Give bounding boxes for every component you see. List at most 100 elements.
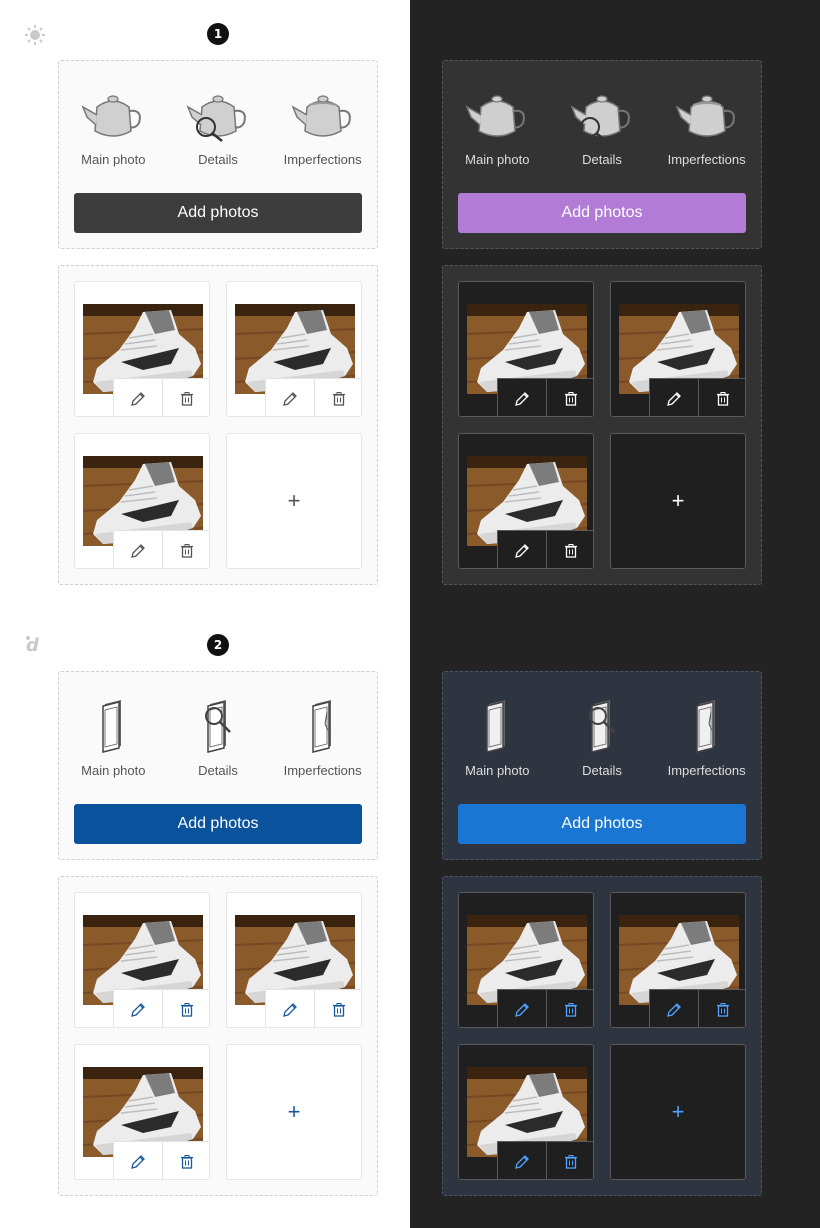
photo-category-label: Details [582, 152, 622, 167]
photo-category-label: Imperfections [283, 763, 362, 778]
edit-pencil-icon[interactable] [498, 1142, 547, 1179]
photo-tile [74, 281, 210, 417]
photo-upload-card: Main photo Details Imperfections Add pho… [442, 60, 762, 249]
step-badge: 1 [207, 23, 229, 45]
photo-category-label: Imperfections [667, 763, 746, 778]
imperfections-category-icon [671, 696, 743, 761]
details-category-icon [182, 85, 254, 150]
edit-pencil-icon[interactable] [498, 990, 547, 1027]
photo-upload-card: Main photo Details Imperfections Add pho… [58, 60, 378, 249]
photo-category-label: Main photo [81, 152, 146, 167]
photo-category: Details [170, 696, 266, 778]
photo-category: Details [554, 696, 650, 778]
photo-category: Main photo [449, 85, 545, 167]
photo-tile [74, 892, 210, 1028]
photo-grid: + [442, 876, 762, 1196]
imperfections-category-icon [671, 85, 743, 150]
delete-trash-icon[interactable] [315, 990, 361, 1027]
photo-category: Imperfections [275, 85, 371, 167]
main-photo-category-icon [461, 85, 533, 150]
delete-trash-icon[interactable] [315, 379, 361, 416]
photo-tile [458, 1044, 594, 1180]
brand-d-logo-icon: d [24, 633, 46, 656]
photo-category-label: Imperfections [283, 152, 362, 167]
delete-trash-icon[interactable] [163, 990, 209, 1027]
sun-icon [24, 24, 46, 46]
photo-tile [458, 892, 594, 1028]
main-photo-category-icon [77, 85, 149, 150]
panel-variant-1-dark: Main photo Details Imperfections Add pho… [410, 0, 820, 611]
edit-pencil-icon[interactable] [114, 1142, 163, 1179]
delete-trash-icon[interactable] [547, 531, 593, 568]
photo-grid: + [58, 265, 378, 585]
photo-category-label: Main photo [81, 763, 146, 778]
edit-pencil-icon[interactable] [114, 990, 163, 1027]
plus-icon: + [671, 488, 685, 513]
edit-pencil-icon[interactable] [114, 531, 163, 568]
edit-pencil-icon[interactable] [266, 379, 315, 416]
photo-category-label: Main photo [465, 152, 530, 167]
photo-tile [458, 433, 594, 569]
photo-tile [74, 1044, 210, 1180]
photo-tile [610, 281, 746, 417]
add-photo-tile[interactable]: + [610, 1044, 746, 1180]
add-photos-button[interactable]: Add photos [74, 804, 362, 844]
edit-pencil-icon[interactable] [650, 379, 699, 416]
add-photo-tile[interactable]: + [226, 433, 362, 569]
plus-icon: + [287, 1099, 301, 1124]
edit-pencil-icon[interactable] [498, 379, 547, 416]
photo-category-label: Details [198, 152, 238, 167]
main-photo-category-icon [461, 696, 533, 761]
add-photo-tile[interactable]: + [610, 433, 746, 569]
photo-tile [226, 281, 362, 417]
photo-tile [74, 433, 210, 569]
imperfections-category-icon [287, 85, 359, 150]
photo-category-label: Details [198, 763, 238, 778]
photo-tile [226, 892, 362, 1028]
add-photo-tile[interactable]: + [226, 1044, 362, 1180]
photo-category-label: Imperfections [667, 152, 746, 167]
delete-trash-icon[interactable] [699, 379, 745, 416]
details-category-icon [566, 696, 638, 761]
panel-variant-2-light: d 2 Main photo Details Imperfections Add… [0, 611, 410, 1228]
add-photos-button[interactable]: Add photos [458, 804, 746, 844]
photo-grid: + [58, 876, 378, 1196]
photo-upload-card: Main photo Details Imperfections Add pho… [442, 671, 762, 860]
plus-icon: + [287, 488, 301, 513]
photo-category: Imperfections [659, 696, 755, 778]
photo-category: Main photo [65, 696, 161, 778]
delete-trash-icon[interactable] [163, 379, 209, 416]
imperfections-category-icon [287, 696, 359, 761]
edit-pencil-icon[interactable] [114, 379, 163, 416]
photo-category: Imperfections [275, 696, 371, 778]
edit-pencil-icon[interactable] [498, 531, 547, 568]
delete-trash-icon[interactable] [547, 379, 593, 416]
photo-category-label: Details [582, 763, 622, 778]
photo-category: Details [170, 85, 266, 167]
details-category-icon [182, 696, 254, 761]
panel-variant-2-dark: Main photo Details Imperfections Add pho… [410, 611, 820, 1228]
photo-grid: + [442, 265, 762, 585]
delete-trash-icon[interactable] [547, 1142, 593, 1179]
photo-upload-card: Main photo Details Imperfections Add pho… [58, 671, 378, 860]
photo-category: Details [554, 85, 650, 167]
photo-tile [458, 281, 594, 417]
photo-category: Main photo [449, 696, 545, 778]
panel-variant-1-light: 1 Main photo Details Imperfections Add p… [0, 0, 410, 611]
photo-category: Main photo [65, 85, 161, 167]
photo-category: Imperfections [659, 85, 755, 167]
details-category-icon [566, 85, 638, 150]
add-photos-button[interactable]: Add photos [74, 193, 362, 233]
step-badge: 2 [207, 634, 229, 656]
delete-trash-icon[interactable] [163, 1142, 209, 1179]
edit-pencil-icon[interactable] [650, 990, 699, 1027]
main-photo-category-icon [77, 696, 149, 761]
delete-trash-icon[interactable] [699, 990, 745, 1027]
plus-icon: + [671, 1099, 685, 1124]
delete-trash-icon[interactable] [163, 531, 209, 568]
add-photos-button[interactable]: Add photos [458, 193, 746, 233]
photo-category-label: Main photo [465, 763, 530, 778]
edit-pencil-icon[interactable] [266, 990, 315, 1027]
photo-tile [610, 892, 746, 1028]
delete-trash-icon[interactable] [547, 990, 593, 1027]
